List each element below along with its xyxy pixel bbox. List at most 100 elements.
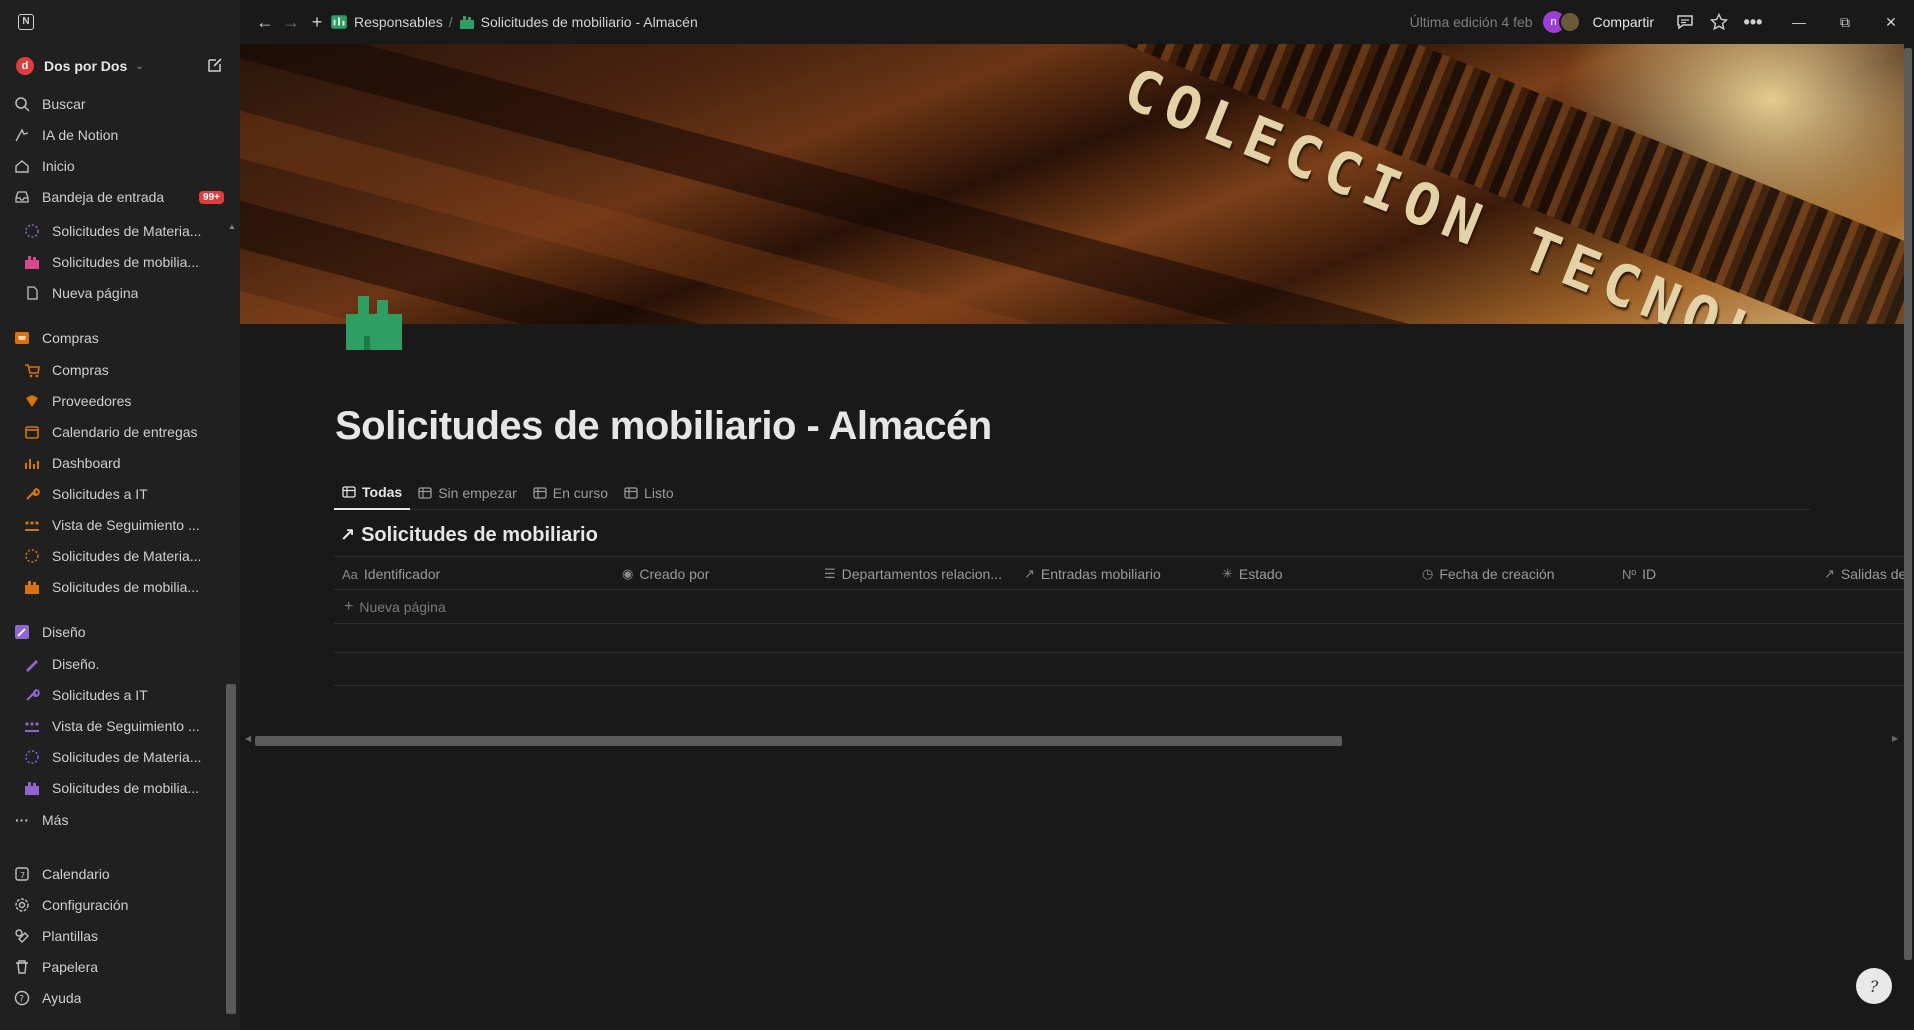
collaborator-avatar[interactable]: [1558, 11, 1581, 33]
sidebar-item-solicitudes-mobiliario[interactable]: Solicitudes de mobilia...: [22, 248, 228, 276]
tab-sin-empezar[interactable]: Sin empezar: [410, 476, 525, 510]
workspace-name: Dos por Dos: [44, 58, 128, 74]
table-icon: [624, 487, 638, 499]
column-creado-por[interactable]: ◉ Creado por: [622, 557, 709, 591]
sidebar-more[interactable]: ··· Más: [12, 806, 228, 834]
linked-arrow-icon: ↗: [340, 525, 356, 545]
column-fecha-creacion[interactable]: ◷ Fecha de creación: [1422, 557, 1555, 591]
sidebar-item-plantillas[interactable]: Plantillas: [12, 922, 228, 950]
column-salidas[interactable]: ↗ Salidas de: [1824, 557, 1906, 591]
table-icon: [533, 487, 547, 499]
scroll-left-arrow-icon[interactable]: ◀: [245, 734, 251, 743]
team-icon: [22, 716, 42, 736]
workspace-switcher[interactable]: d Dos por Dos ⌄: [16, 54, 228, 78]
templates-icon: [12, 926, 32, 946]
column-entradas-mobiliario[interactable]: ↗ Entradas mobiliario: [1024, 557, 1161, 591]
page-vertical-scrollbar[interactable]: [1904, 48, 1912, 960]
svg-text:?: ?: [19, 995, 24, 1005]
home-icon: [12, 156, 32, 176]
page-factory-icon[interactable]: [344, 290, 406, 352]
page-cover-image[interactable]: COLECCION TECNOLOGIA: [240, 44, 1904, 324]
sidebar-item-calendario-entregas[interactable]: Calendario de entregas: [22, 418, 228, 446]
table-header: Aa Identificador ◉ Creado por ☰ Departament…: [334, 556, 1906, 591]
sidebar-item-solicitudes-materiales-diseno[interactable]: Solicitudes de Materia...: [22, 743, 228, 771]
sidebar-item-solicitudes-mobiliario-diseno[interactable]: Solicitudes de mobilia...: [22, 774, 228, 802]
sidebar-item-search[interactable]: Buscar: [12, 90, 228, 118]
column-id[interactable]: Nº ID: [1622, 557, 1656, 591]
breadcrumb-parent[interactable]: Responsables: [354, 14, 443, 30]
gear-icon: [12, 895, 32, 915]
sidebar-item-solicitudes-materiales-compras[interactable]: Solicitudes de Materia...: [22, 542, 228, 570]
add-new-page-row[interactable]: + Nueva página: [334, 590, 1904, 624]
comments-icon[interactable]: [1672, 9, 1698, 35]
breadcrumb: Responsables / Solicitudes de mobiliario…: [330, 13, 698, 31]
sidebar-item-solicitudes-mobiliario-compras[interactable]: Solicitudes de mobilia...: [22, 573, 228, 601]
page-title[interactable]: Solicitudes de mobiliario - Almacén: [335, 404, 992, 449]
inbox-count-badge: 99+: [199, 190, 224, 204]
plus-icon: +: [344, 597, 354, 615]
sidebar-item-ayuda[interactable]: ? Ayuda: [12, 984, 228, 1012]
cart-icon: [12, 328, 32, 348]
notion-logo-icon[interactable]: N: [18, 14, 34, 30]
restore-window-icon[interactable]: ⧉: [1822, 0, 1868, 44]
factory-icon: [22, 577, 42, 597]
more-options-icon[interactable]: •••: [1740, 9, 1766, 35]
sidebar-item-diseno[interactable]: Diseño.: [22, 650, 228, 678]
tab-en-curso[interactable]: En curso: [525, 476, 616, 510]
sidebar-item-notion-ai[interactable]: IA de Notion: [12, 121, 228, 149]
share-button[interactable]: Compartir: [1593, 14, 1654, 30]
view-tabs: Todas Sin empezar En curso Listo: [334, 476, 1810, 510]
sidebar-item-compras[interactable]: Compras: [22, 356, 228, 384]
sidebar-item-calendario[interactable]: 7 Calendario: [12, 860, 228, 888]
database-title[interactable]: ↗ Solicitudes de mobiliario: [340, 524, 598, 547]
column-identificador[interactable]: Aa Identificador: [342, 557, 440, 591]
sidebar-item-vista-seguimiento-diseno[interactable]: Vista de Seguimiento ...: [22, 712, 228, 740]
breadcrumb-current[interactable]: Solicitudes de mobiliario - Almacén: [481, 14, 698, 30]
forward-arrow-icon[interactable]: →: [278, 9, 304, 35]
tab-todas[interactable]: Todas: [334, 476, 411, 510]
close-window-icon[interactable]: ✕: [1868, 0, 1914, 44]
calendar-icon: [22, 422, 42, 442]
star-icon[interactable]: [1706, 9, 1732, 35]
sidebar-item-solicitudes-materiales[interactable]: Solicitudes de Materia...: [22, 217, 228, 245]
relation-arrow-icon: ↗: [1024, 566, 1035, 581]
factory-icon: [22, 778, 42, 798]
sidebar-item-proveedores[interactable]: Proveedores: [22, 387, 228, 415]
team-icon: [22, 515, 42, 535]
workspace-avatar: d: [16, 57, 34, 75]
sidebar-section-diseno[interactable]: Diseño: [12, 618, 228, 646]
topbar: ← → + Responsables / Solicitudes de mobi…: [240, 0, 1914, 44]
sidebar-item-papelera[interactable]: Papelera: [12, 953, 228, 981]
sidebar-item-inbox[interactable]: Bandeja de entrada 99+: [12, 183, 228, 211]
sidebar-item-dashboard[interactable]: Dashboard: [22, 449, 228, 477]
tab-listo[interactable]: Listo: [616, 476, 682, 510]
factory-icon: [22, 252, 42, 272]
scroll-up-arrow-icon[interactable]: ▲: [228, 222, 236, 231]
minimize-window-icon[interactable]: —: [1776, 0, 1822, 44]
help-button[interactable]: ?: [1856, 968, 1892, 1004]
sidebar-item-solicitudes-it[interactable]: Solicitudes a IT: [22, 480, 228, 508]
new-page-icon[interactable]: [206, 56, 224, 74]
wrench-icon: [22, 484, 42, 504]
person-property-icon: ◉: [622, 566, 634, 581]
dashed-circle-icon: [22, 747, 42, 767]
sidebar-item-nueva-pagina[interactable]: Nueva página: [22, 279, 228, 307]
dashboard-icon: [22, 453, 42, 473]
sidebar-item-vista-seguimiento[interactable]: Vista de Seguimiento ...: [22, 511, 228, 539]
sidebar-section-compras[interactable]: Compras: [12, 324, 228, 352]
table-row-divider: [334, 685, 1904, 686]
add-icon[interactable]: +: [304, 9, 330, 35]
calendar-icon: 7: [12, 864, 32, 884]
back-arrow-icon[interactable]: ←: [252, 9, 278, 35]
column-departamentos[interactable]: ☰ Departamentos relacion...: [824, 557, 1002, 591]
sidebar-item-solicitudes-it-diseno[interactable]: Solicitudes a IT: [22, 681, 228, 709]
sidebar-item-home[interactable]: Inicio: [12, 152, 228, 180]
column-estado[interactable]: ✳ Estado: [1222, 557, 1283, 591]
clock-property-icon: ◷: [1422, 566, 1434, 581]
responsables-page-icon: [331, 15, 347, 29]
sidebar-scrollbar[interactable]: [226, 684, 236, 1014]
sidebar-item-configuracion[interactable]: Configuración: [12, 891, 228, 919]
text-property-icon: Aa: [342, 566, 358, 582]
table-horizontal-scrollbar[interactable]: [255, 736, 1342, 746]
scroll-right-arrow-icon[interactable]: ▶: [1892, 734, 1898, 743]
